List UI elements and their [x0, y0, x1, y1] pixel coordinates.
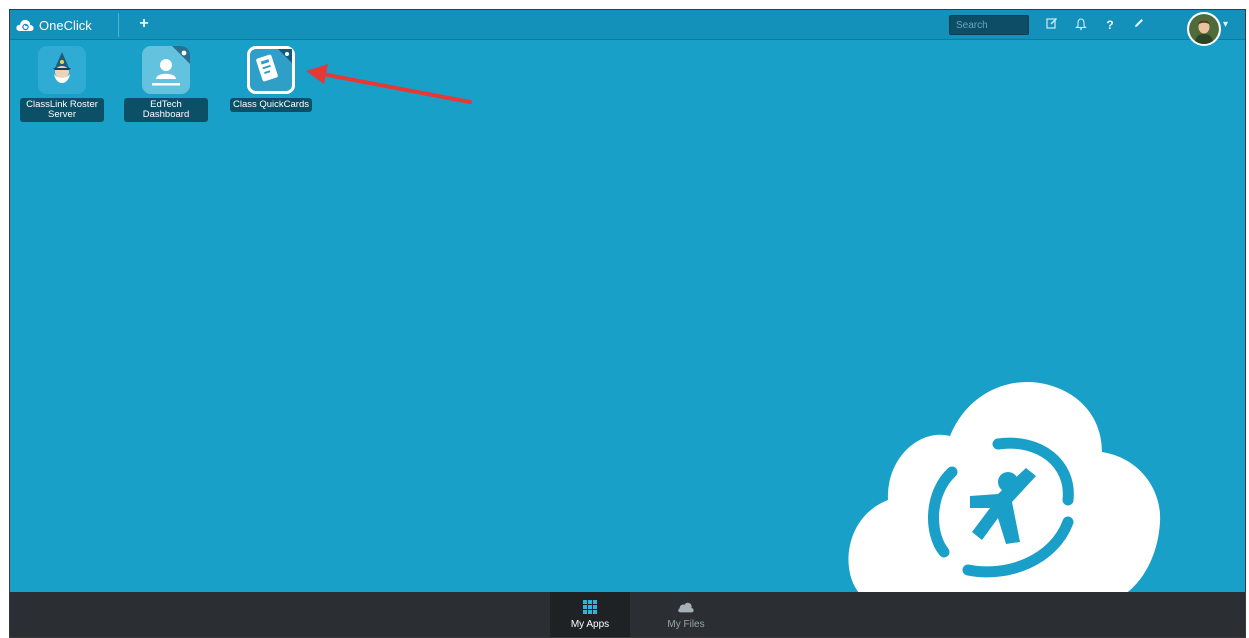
- cloud-icon: [678, 602, 694, 613]
- app-label: ClassLink Roster Server: [20, 98, 104, 122]
- nav-label: My Apps: [570, 619, 610, 630]
- annotation-arrow-icon: [306, 64, 472, 104]
- quickcards-icon: [247, 46, 295, 94]
- wizard-icon: [38, 46, 86, 94]
- nav-label: My Files: [667, 619, 705, 630]
- user-card-icon: [142, 46, 190, 94]
- app-label: EdTech Dashboard: [124, 98, 208, 122]
- help-icon[interactable]: ?: [1102, 17, 1118, 33]
- edit-icon[interactable]: [1044, 17, 1060, 33]
- bottom-nav: My Apps My Files: [10, 592, 1245, 637]
- brand-name: OneClick: [39, 17, 92, 33]
- brand-link[interactable]: OneClick: [16, 14, 92, 36]
- plus-icon[interactable]: +: [136, 15, 152, 33]
- desktop-frame: OneClick + ? ▾: [9, 9, 1246, 638]
- search-input[interactable]: [949, 15, 1029, 35]
- oneclick-logo-icon: [16, 19, 34, 31]
- nav-my-files[interactable]: My Files: [646, 592, 726, 637]
- chevron-down-icon[interactable]: ▾: [1223, 19, 1228, 30]
- user-avatar-icon: [1189, 14, 1219, 44]
- classlink-cloud-logo-icon: [848, 382, 1161, 594]
- app-tile-edtech-dashboard[interactable]: EdTech Dashboard: [124, 46, 208, 122]
- avatar[interactable]: [1187, 12, 1221, 46]
- topbar-divider: [118, 13, 119, 37]
- grid-icon: [583, 600, 597, 614]
- nav-my-apps[interactable]: My Apps: [550, 592, 630, 637]
- top-bar: OneClick + ? ▾: [10, 10, 1245, 46]
- pencil-icon[interactable]: [1131, 17, 1147, 33]
- bell-icon[interactable]: [1073, 17, 1089, 33]
- app-tile-classlink-roster-server[interactable]: ClassLink Roster Server: [20, 46, 104, 122]
